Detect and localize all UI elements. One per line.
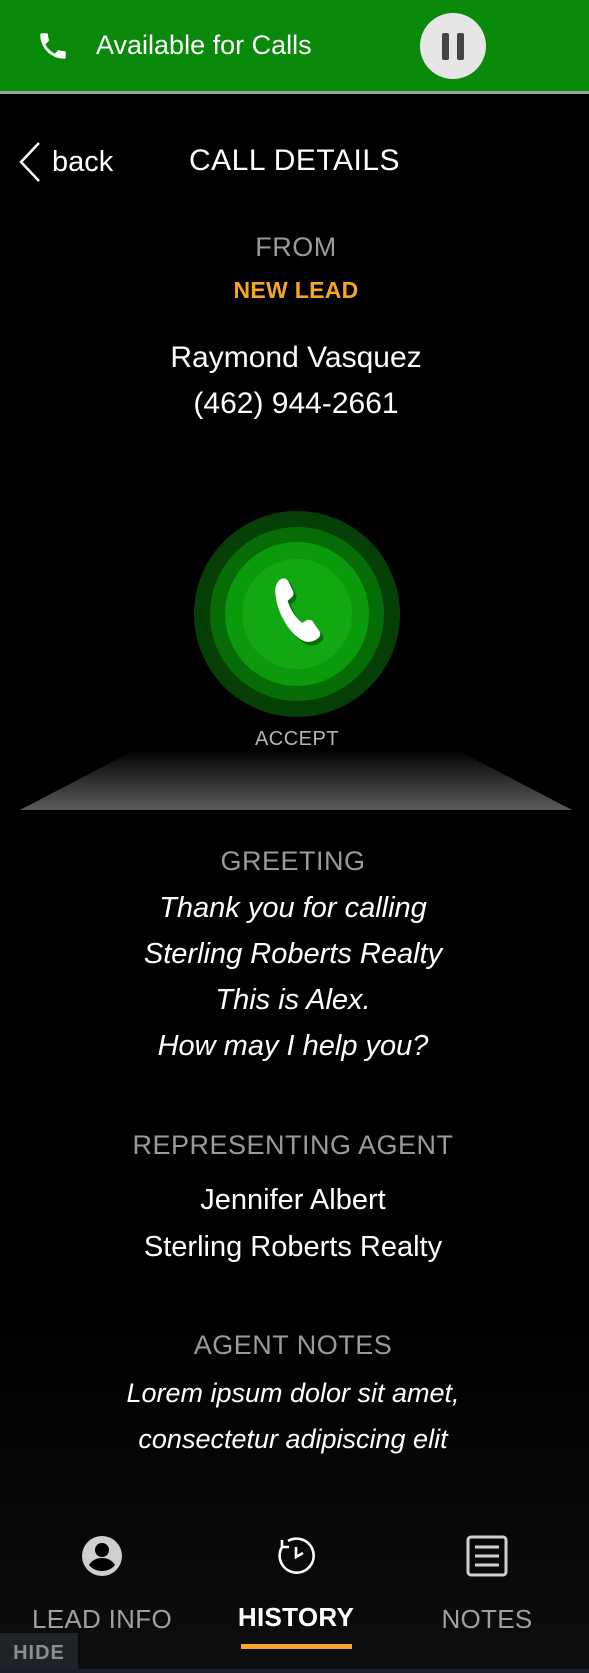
agent-notes-line: consectetur adipiscing elit [138,1424,448,1454]
tab-history[interactable]: HISTORY [198,1520,394,1673]
page-title-text: CALL DETAILS [188,144,401,177]
greeting-line: This is Alex. [215,984,371,1016]
user-circle-icon [82,1536,122,1576]
greeting-label: GREETING [220,846,366,876]
tab-label: NOTES [441,1604,533,1634]
representing-agent-label: REPRESENTING AGENT [132,1130,454,1160]
accept-label: ACCEPT [254,728,340,750]
availability-status-text: Available for Calls [96,30,312,60]
section-divider [20,750,572,810]
agent-notes-label: AGENT NOTES [193,1330,393,1360]
lead-status-badge: NEW LEAD [233,277,359,303]
agent-company: Sterling Roberts Realty [143,1231,443,1263]
phone-icon [275,578,324,646]
agent-name: Jennifer Albert [200,1184,386,1216]
caller-name: Raymond Vasquez [170,341,422,374]
bottom-edge-bar [0,1669,589,1673]
greeting-line: Thank you for calling [159,892,427,924]
agent-notes-line: Lorem ipsum dolor sit amet, [126,1378,460,1408]
accept-call-button[interactable] [194,511,400,717]
from-label: FROM [255,232,337,262]
clock-history-icon [278,1537,315,1574]
notes-icon [466,1535,508,1577]
caller-phone-number: (462) 944-2661 [193,387,399,420]
pause-icon [457,33,464,60]
hide-button[interactable]: HIDE [0,1633,78,1673]
bottom-nav: LEAD INFO HISTORY NOTES [0,1520,589,1673]
greeting-line: How may I help you? [157,1030,429,1062]
greeting-line: Sterling Roberts Realty [143,938,443,970]
tab-notes[interactable]: NOTES [389,1520,585,1673]
phone-icon [40,33,66,59]
page-title: CALL DETAILS [0,144,589,178]
active-tab-indicator [241,1644,352,1649]
pause-button[interactable] [420,13,486,79]
tab-label: HISTORY [237,1602,355,1632]
availability-bar: Available for Calls [0,0,589,94]
pause-icon [442,33,449,60]
tab-label: LEAD INFO [32,1604,172,1634]
call-details-screen: Available for Calls back CALL DETAILS FR… [0,0,589,1673]
